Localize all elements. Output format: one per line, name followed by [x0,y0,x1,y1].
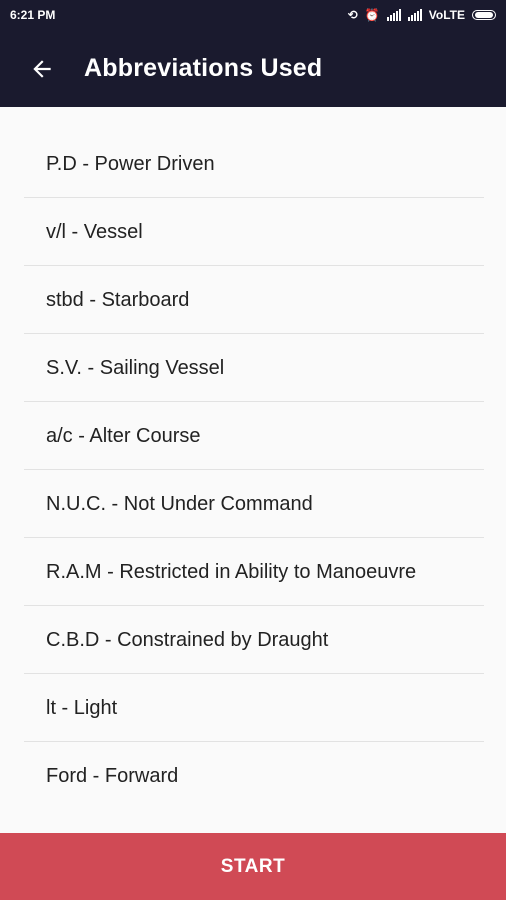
app-bar: Abbreviations Used [0,30,506,107]
signal-icon [386,9,401,21]
page-title: Abbreviations Used [84,54,323,82]
battery-icon [472,10,496,20]
list-item: Ford - Forward [46,765,179,787]
arrow-back-icon[interactable] [17,44,67,94]
list-item: v/l - Vessel [24,198,484,266]
list-item: S.V. - Sailing Vessel [24,334,484,402]
sync-off-icon: ⟲ [347,8,358,22]
abbreviation-list: P.D - Power Driven v/l - Vessel stbd - S… [24,130,484,810]
network-type: VoLTE [428,8,465,22]
status-icons: ⟲ ⏰ VoLTE [348,8,496,22]
list-item: C.B.D - Constrained by Draught [24,606,484,674]
list-item: R.A.M - Restricted in Ability to Manoeuv… [24,538,484,606]
signal-icon [407,9,422,21]
start-button[interactable]: START [0,833,506,900]
list-item: N.U.C. - Not Under Command [24,470,484,538]
status-time: 6:21 PM [10,8,56,22]
list-item: lt - Light [24,674,484,742]
list-item: P.D - Power Driven [24,130,484,198]
alarm-icon: ⏰ [364,8,380,22]
list-item: stbd - Starboard [24,266,484,334]
list-item: a/c - Alter Course [24,402,484,470]
status-bar: 6:21 PM ⟲ ⏰ VoLTE [0,0,506,30]
